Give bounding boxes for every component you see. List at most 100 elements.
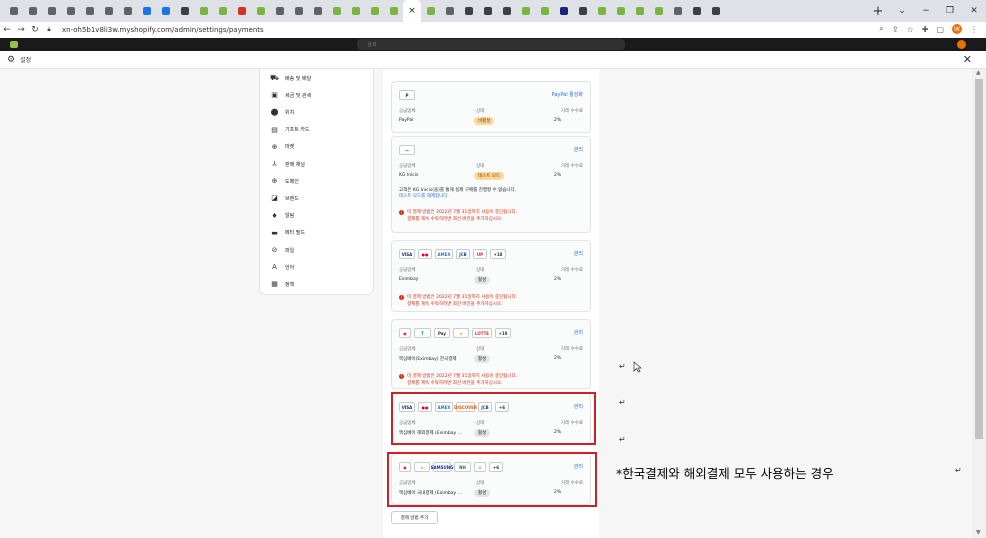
tab-favicon-icon <box>502 7 511 15</box>
address-bar: ← → ↻ 🔒︎ xn-oh5b1v8li3w.myshopify.com/ad… <box>0 22 986 38</box>
browser-tab[interactable] <box>194 0 213 22</box>
sidebar-item-label: 브랜드 <box>285 195 299 202</box>
activate-paypal-link[interactable]: PayPal 활성화 <box>552 91 583 98</box>
sidebar-item[interactable]: ▤ 기프트 카드 <box>270 125 309 135</box>
fee-value: 2% <box>554 118 562 123</box>
warning-text: 이 결제 방법은 2022년 7월 31일까지 사용이 중단됩니다. 결제를 계속… <box>407 294 517 308</box>
browser-tab[interactable] <box>706 0 725 22</box>
browser-tab[interactable] <box>156 0 175 22</box>
browser-tab[interactable] <box>99 0 118 22</box>
sidebar-item[interactable]: ⛟ 배송 및 배달 <box>270 73 311 83</box>
browser-tab[interactable] <box>270 0 289 22</box>
page-scrollbar[interactable]: ▲ ▼ <box>972 69 986 538</box>
sidebar-item[interactable]: ▣ 세금 및 관세 <box>270 90 311 100</box>
browser-tab[interactable] <box>478 0 497 22</box>
tab-favicon-icon <box>635 7 644 15</box>
scroll-thumb[interactable] <box>975 79 983 439</box>
sidebar-item[interactable]: ⊘ 파일 <box>270 245 295 255</box>
browser-tab[interactable] <box>23 0 42 22</box>
manage-link[interactable]: 관리 <box>574 146 583 153</box>
close-window-icon[interactable]: ✕ <box>962 6 986 16</box>
browser-tab[interactable] <box>213 0 232 22</box>
browser-tab[interactable] <box>61 0 80 22</box>
browser-tab[interactable] <box>80 0 99 22</box>
payment-logo-icon: Pay <box>434 328 450 338</box>
extensions-icon[interactable]: ✚ <box>922 25 929 34</box>
minimize-icon[interactable]: − <box>914 6 938 16</box>
browser-tab[interactable] <box>421 0 440 22</box>
browser-tab[interactable] <box>516 0 535 22</box>
new-tab-button[interactable]: + <box>866 4 890 19</box>
sidebar-item-label: 알림 <box>285 213 295 220</box>
sidebar-item[interactable]: ⬤ 위치 <box>270 107 295 117</box>
sidebar-item[interactable]: ⊕ 도메인 <box>270 176 299 186</box>
bookmark-star-icon[interactable]: ☆ <box>907 25 914 34</box>
scroll-up-icon[interactable]: ▲ <box>976 69 981 76</box>
sidebar-item-label: 언어 <box>285 264 295 271</box>
browser-tab[interactable] <box>384 0 403 22</box>
browser-tab[interactable] <box>440 0 459 22</box>
return-mark: ↵ <box>619 362 626 371</box>
manage-link[interactable]: 관리 <box>574 250 583 257</box>
browser-tab[interactable] <box>137 0 156 22</box>
sidebar-item[interactable]: ▬ 메타 필드 <box>270 228 305 238</box>
manage-link[interactable]: 관리 <box>574 329 583 336</box>
warning-line: 이 결제 방법은 2022년 7월 31일까지 사용이 중단됩니다. <box>407 210 518 215</box>
browser-tab[interactable] <box>573 0 592 22</box>
sidebar-item[interactable]: ▦ 정책 <box>270 279 294 289</box>
browser-tab[interactable] <box>649 0 668 22</box>
tab-favicon-icon <box>521 7 530 15</box>
browser-tab[interactable] <box>251 0 270 22</box>
reload-icon[interactable]: ↻ <box>28 25 42 35</box>
close-tab-icon[interactable]: × <box>408 6 416 16</box>
tab-favicon-icon <box>673 7 682 15</box>
sidebar-item[interactable]: ⊕ 마켓 <box>270 142 295 152</box>
menu-icon[interactable]: ⋮ <box>970 25 978 34</box>
disable-test-mode-link[interactable]: 테스트 모드를 해제합니다. <box>399 193 516 199</box>
sidebar-item[interactable]: ◪ 브랜드 <box>270 193 299 203</box>
browser-tab[interactable] <box>630 0 649 22</box>
payment-logo-icon: — <box>399 145 415 155</box>
sidebar-item-label: 배송 및 배달 <box>285 75 312 82</box>
add-payment-method-button[interactable]: 결제 방법 추가 <box>391 511 438 524</box>
window-controls: + ⌄ − ❐ ✕ <box>866 0 986 22</box>
browser-tab[interactable] <box>289 0 308 22</box>
browser-tab-active[interactable]: × <box>403 0 421 22</box>
sidebar-item[interactable]: ⅄ 판매 채널 <box>270 159 305 169</box>
scroll-down-icon[interactable]: ▼ <box>976 529 981 536</box>
sidebar-item[interactable]: ♦ 알림 <box>270 211 294 221</box>
browser-tab[interactable] <box>118 0 137 22</box>
tab-search-icon[interactable]: ⌄ <box>890 6 914 16</box>
gear-icon: ⚙ <box>7 54 16 65</box>
payment-logo-icon: AMEX <box>435 249 453 259</box>
browser-tab[interactable] <box>459 0 478 22</box>
back-icon[interactable]: ← <box>0 25 14 35</box>
browser-tab[interactable] <box>327 0 346 22</box>
browser-tab[interactable] <box>535 0 554 22</box>
share-icon[interactable]: ⇪ <box>892 25 899 34</box>
sidepanel-icon[interactable]: ▢ <box>936 25 944 34</box>
browser-tab[interactable] <box>4 0 23 22</box>
profile-avatar[interactable]: W <box>952 24 962 34</box>
browser-tab[interactable] <box>346 0 365 22</box>
browser-tab[interactable] <box>232 0 251 22</box>
store-avatar[interactable] <box>957 40 966 49</box>
browser-tab[interactable] <box>42 0 61 22</box>
maximize-icon[interactable]: ❐ <box>938 6 962 16</box>
browser-tab[interactable] <box>175 0 194 22</box>
browser-tab[interactable] <box>308 0 327 22</box>
forward-icon[interactable]: → <box>14 25 28 35</box>
browser-tab[interactable] <box>554 0 573 22</box>
zoom-icon[interactable]: ⌕ <box>879 24 883 34</box>
browser-tab[interactable] <box>611 0 630 22</box>
shopify-logo-icon <box>10 41 18 48</box>
close-settings-icon[interactable]: ✕ <box>963 53 972 66</box>
browser-tab[interactable] <box>497 0 516 22</box>
sidebar-item[interactable]: A 언어 <box>270 262 294 272</box>
browser-tab[interactable] <box>365 0 384 22</box>
admin-search[interactable]: 검색 <box>357 39 625 50</box>
browser-tab[interactable] <box>687 0 706 22</box>
browser-tab[interactable] <box>592 0 611 22</box>
browser-tab[interactable] <box>668 0 687 22</box>
url-field[interactable]: xn-oh5b1v8li3w.myshopify.com/admin/setti… <box>62 26 264 34</box>
